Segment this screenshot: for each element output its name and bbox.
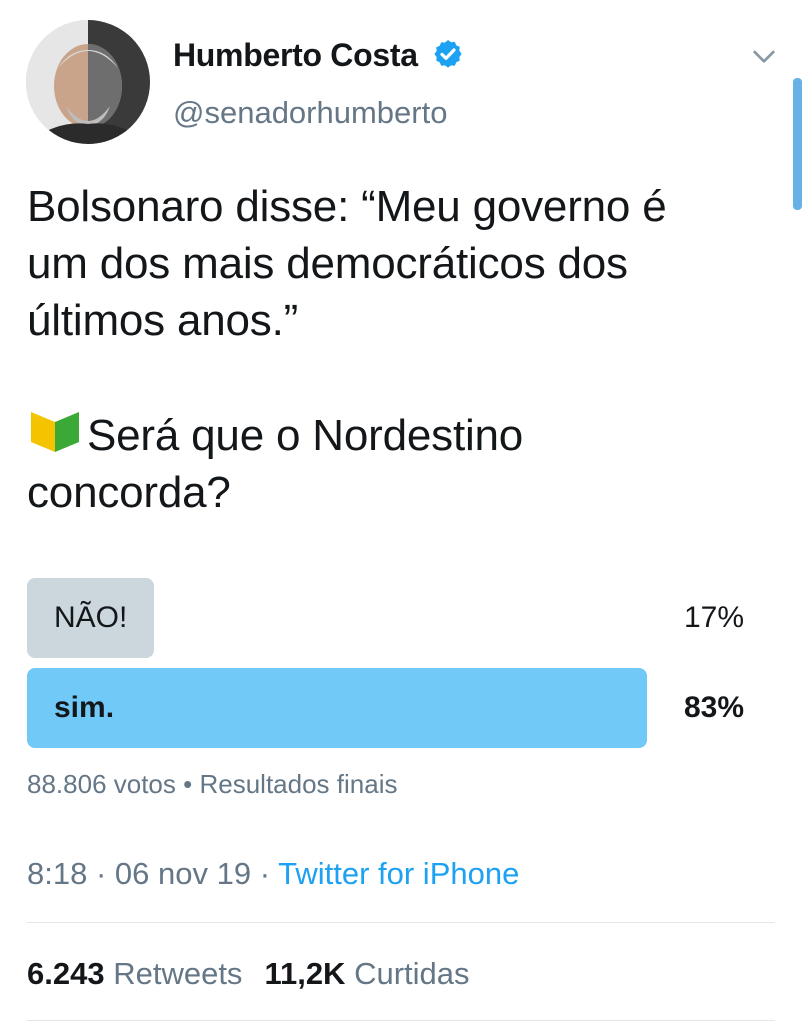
tweet-text: Bolsonaro disse: “Meu governo é um dos m… — [27, 178, 777, 521]
retweets-stat[interactable]: 6.243 Retweets — [27, 956, 242, 991]
tweet-timestamp: 8:18 · 06 nov 19 · Twitter for iPhone — [27, 852, 519, 896]
author-name[interactable]: Humberto Costa — [173, 34, 418, 76]
retweets-label: Retweets — [113, 956, 243, 991]
poll-votes: 88.806 votos — [27, 769, 176, 799]
tweet-line: últimos anos.” — [27, 296, 299, 345]
poll-status: Resultados finais — [199, 769, 398, 799]
tweet-question-line: concorda? — [27, 468, 231, 517]
meta-dot: · — [259, 856, 271, 891]
poll-meta: 88.806 votos • Resultados finais — [27, 766, 397, 802]
tweet-question: Será que o Nordestino — [87, 411, 524, 460]
chevron-down-icon[interactable] — [748, 40, 780, 72]
scrollbar[interactable] — [793, 78, 802, 210]
tweet-date[interactable]: 06 nov 19 — [115, 856, 251, 891]
tweet-line: Bolsonaro disse: “Meu governo é — [27, 182, 667, 231]
poll-separator: • — [183, 769, 193, 799]
tweet-question-line: Será que o Nordestino — [27, 406, 777, 464]
verified-badge-icon — [434, 40, 462, 68]
poll-option-nao: NÃO! — [27, 578, 154, 658]
tweet-source-link[interactable]: Twitter for iPhone — [278, 856, 519, 891]
poll-option-label: sim. — [54, 691, 115, 724]
retweets-count: 6.243 — [27, 956, 105, 991]
author-handle[interactable]: @senadorhumberto — [173, 93, 447, 133]
divider — [27, 922, 775, 923]
divider — [27, 1020, 775, 1021]
poll-option-sim: sim. — [27, 668, 647, 748]
likes-count: 11,2K — [264, 956, 346, 991]
likes-label: Curtidas — [354, 956, 470, 991]
tweet-line: um dos mais democráticos dos — [27, 239, 628, 288]
likes-stat[interactable]: 11,2K Curtidas — [264, 956, 469, 991]
tweet-stats: 6.243 Retweets 11,2K Curtidas — [27, 952, 470, 996]
meta-dot: · — [95, 856, 107, 891]
tweet-time[interactable]: 8:18 — [27, 856, 87, 891]
beginner-leaf-icon — [31, 412, 79, 452]
avatar-photo — [26, 20, 150, 144]
poll-option-percent: 83% — [683, 691, 744, 724]
avatar[interactable] — [26, 20, 150, 144]
poll-option-percent: 17% — [683, 601, 744, 634]
poll-option-label: NÃO! — [54, 601, 128, 634]
